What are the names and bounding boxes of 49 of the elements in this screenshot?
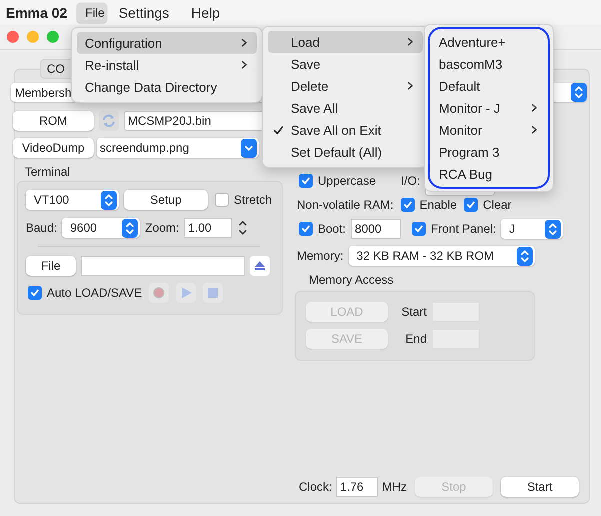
checkbox-label: Clear bbox=[483, 198, 512, 212]
field-label: Non-volatile RAM: bbox=[297, 198, 394, 212]
menu-bar-item[interactable]: Settings bbox=[108, 0, 180, 24]
baud-select[interactable]: 9600 bbox=[62, 218, 140, 238]
menu-item[interactable]: Monitor - J bbox=[431, 97, 547, 119]
field-label: Start bbox=[400, 305, 427, 319]
menu-item[interactable]: Save bbox=[268, 53, 423, 75]
terminal-type-select[interactable]: VT100 bbox=[26, 190, 120, 210]
menu-item[interactable]: bascomM3 bbox=[431, 53, 547, 75]
checkbox-label: Front Panel: bbox=[431, 222, 496, 236]
group-title: Memory Access bbox=[309, 273, 395, 287]
menu-item[interactable]: Set Default (All) bbox=[268, 141, 423, 163]
menu-item[interactable]: Program 3 bbox=[431, 141, 547, 163]
menu-item[interactable]: Default bbox=[431, 75, 547, 97]
checkbox-label: Stretch bbox=[234, 193, 272, 207]
menu-item[interactable]: Configuration bbox=[77, 32, 257, 54]
memory-select[interactable]: 32 KB RAM - 32 KB ROM bbox=[348, 246, 535, 266]
boot-field[interactable]: 8000 bbox=[351, 219, 402, 239]
start-button[interactable]: Start bbox=[501, 477, 580, 497]
videodump-button[interactable]: VideoDump bbox=[13, 138, 94, 158]
setup-button[interactable]: Setup bbox=[124, 190, 208, 210]
checkbox-label: Uppercase bbox=[318, 174, 376, 188]
menu-item[interactable]: RCA Bug bbox=[431, 163, 547, 185]
app-name: Emma 02 bbox=[6, 4, 68, 20]
menu-bar-item[interactable]: Help bbox=[181, 0, 230, 24]
rom-button[interactable]: ROM bbox=[13, 111, 94, 131]
menu-item[interactable]: Adventure+ bbox=[431, 31, 547, 53]
menu-item[interactable]: Monitor bbox=[431, 119, 547, 141]
field-label: I/O: bbox=[401, 174, 420, 188]
clock-field[interactable]: 1.76 bbox=[336, 477, 378, 497]
file-button[interactable]: File bbox=[26, 256, 76, 276]
field-label: End bbox=[404, 332, 427, 346]
group-title: Terminal bbox=[25, 165, 72, 179]
menu-item[interactable]: Change Data Directory bbox=[77, 76, 257, 98]
unit-label: MHz bbox=[382, 480, 408, 494]
menu-item[interactable]: Re-install bbox=[77, 54, 257, 76]
field-label: Zoom: bbox=[145, 221, 180, 235]
front-panel-select[interactable]: J bbox=[501, 219, 564, 239]
field-label: Memory: bbox=[297, 249, 344, 263]
field-label: Clock: bbox=[299, 480, 332, 494]
checkbox-label: Boot: bbox=[318, 222, 346, 236]
checkbox-label: Enable bbox=[420, 198, 458, 212]
videodump-file-select[interactable]: screendump.png bbox=[97, 138, 259, 158]
checkbox-label: Auto LOAD/SAVE bbox=[47, 286, 142, 300]
menu-bar-item[interactable]: File bbox=[77, 2, 107, 22]
zoom-field[interactable]: 1.00 bbox=[184, 218, 232, 238]
field-label: Baud: bbox=[26, 221, 58, 235]
menu-item[interactable]: Load bbox=[268, 31, 423, 53]
menu-item[interactable]: Delete bbox=[268, 75, 423, 97]
